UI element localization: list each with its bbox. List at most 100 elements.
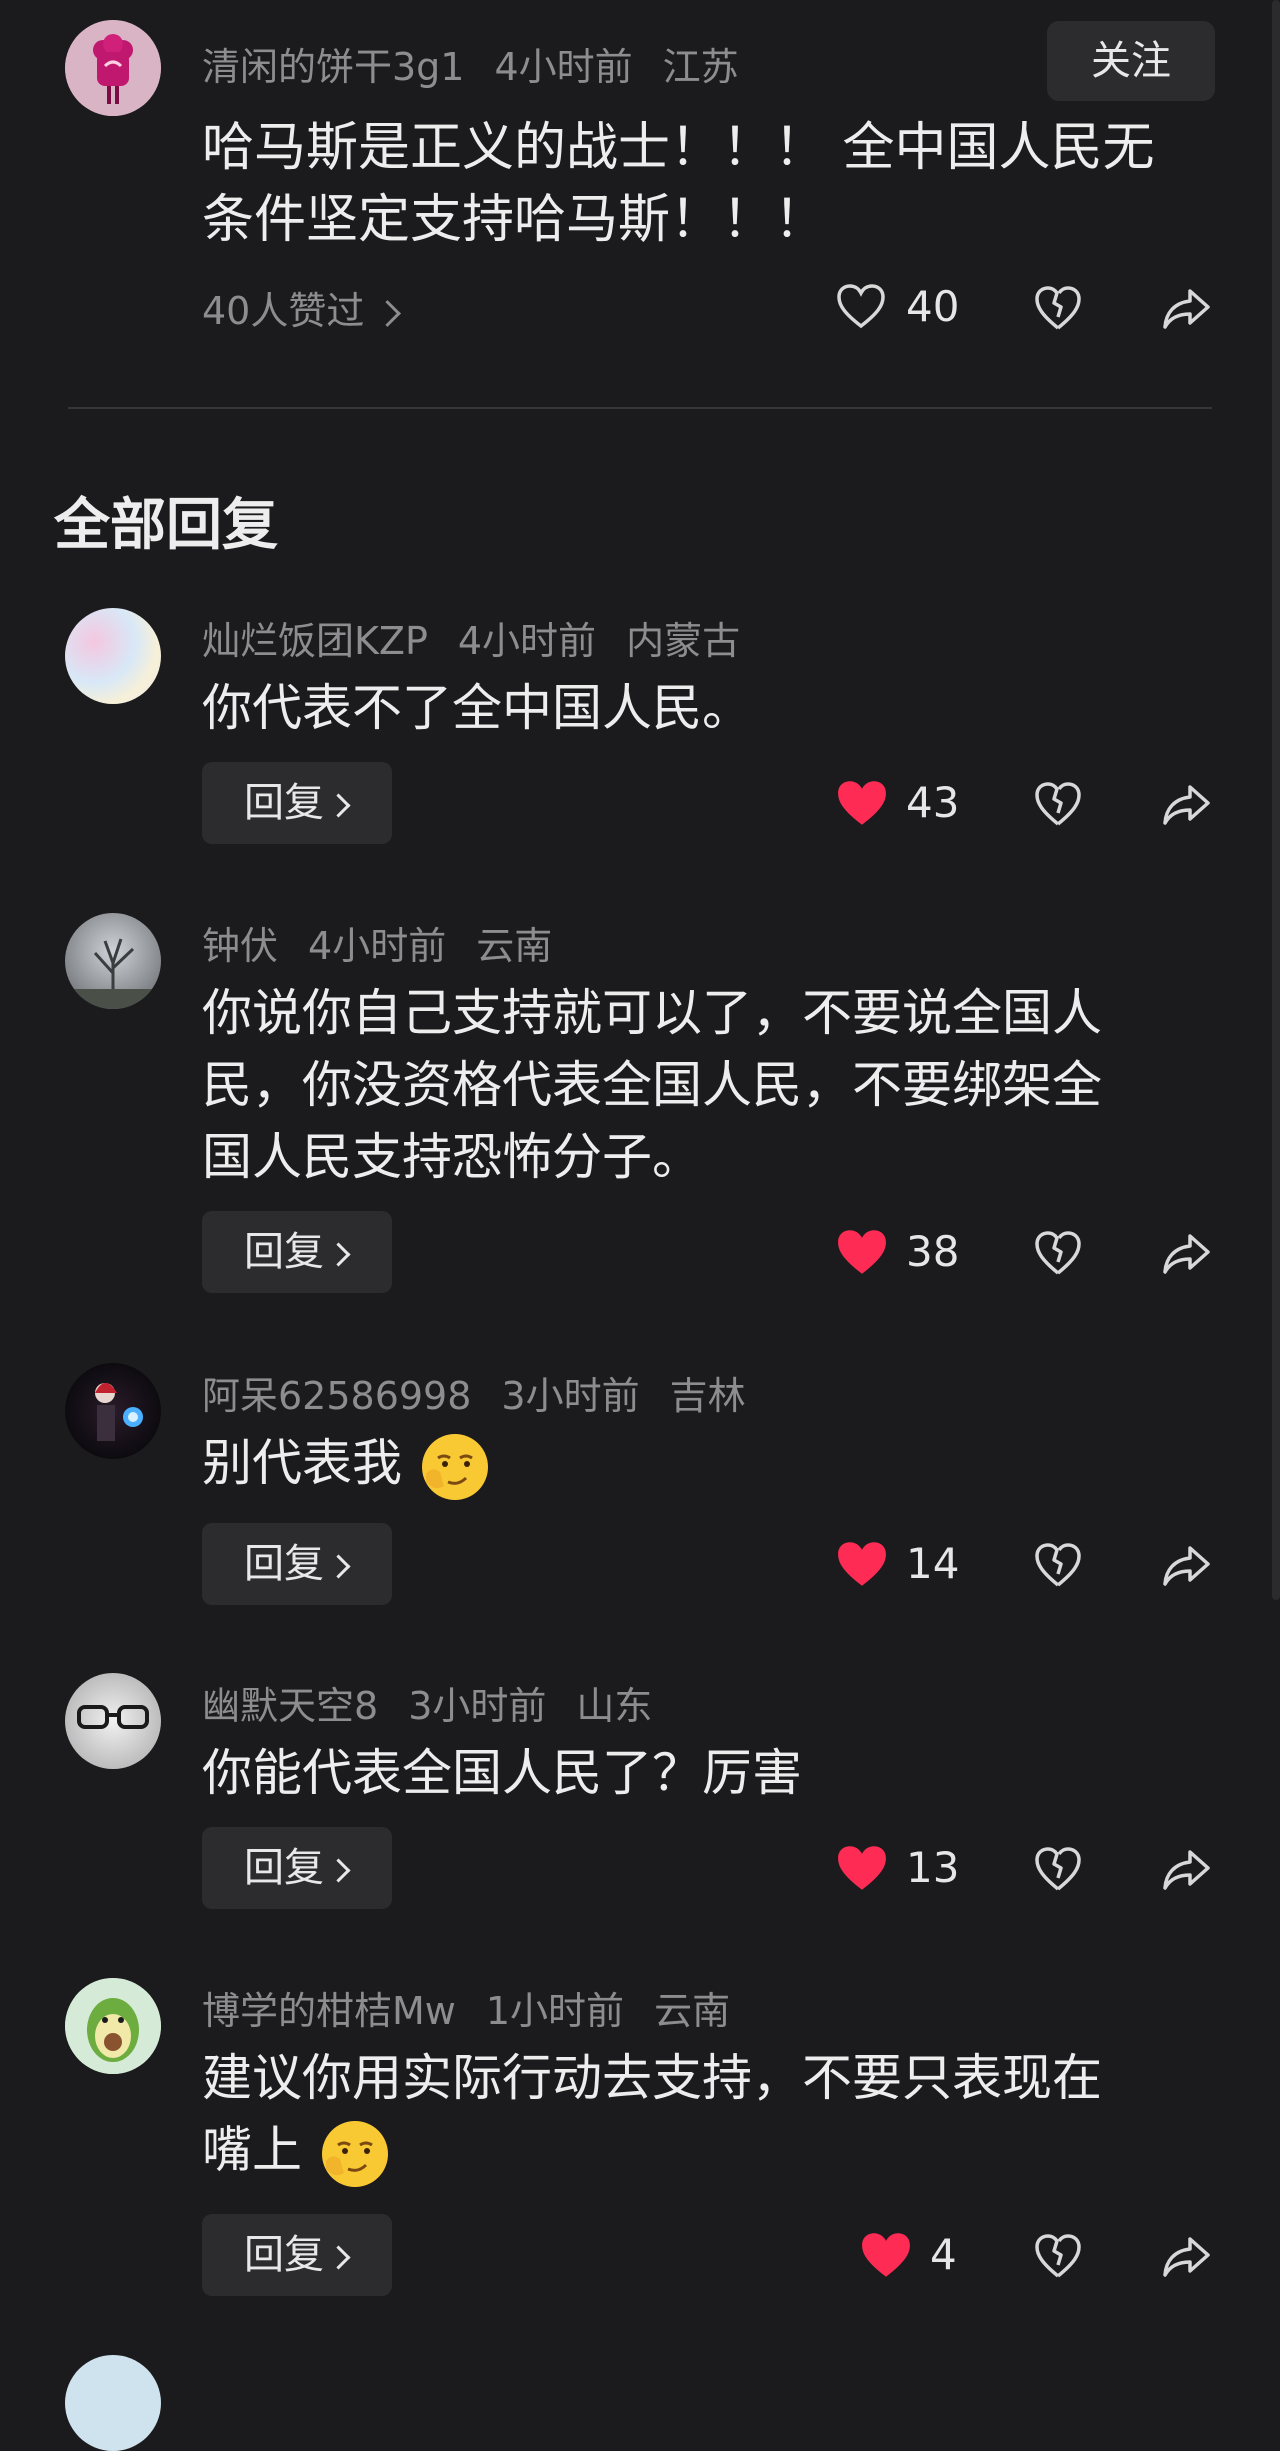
content-line: 你代表不了全中国人民。 (202, 679, 752, 737)
location: 内蒙古 (626, 619, 741, 663)
location: 吉林 (669, 1374, 746, 1418)
dislike-button[interactable] (1034, 1846, 1082, 1896)
broken-heart-icon (1035, 286, 1081, 330)
content-line: 建议你用实际行动去支持，不要只表现在 (202, 2049, 1102, 2107)
timestamp: 3小时前 (501, 1374, 640, 1418)
smirk-emoji-icon (421, 1433, 488, 1500)
timestamp: 4小时前 (457, 619, 597, 663)
timestamp: 3小时前 (408, 1684, 547, 1728)
share-icon (1163, 2237, 1210, 2277)
reply-button[interactable]: 回复 (202, 1523, 392, 1605)
broken-heart-icon (1035, 1847, 1081, 1891)
avatar[interactable] (65, 20, 161, 116)
comment-text: 建议你用实际行动去支持，不要只表现在 嘴上 (202, 2042, 1202, 2191)
like-button[interactable] (836, 283, 886, 333)
like-button[interactable] (834, 1227, 890, 1281)
dislike-button[interactable] (1034, 1542, 1082, 1592)
heart-filled-icon (838, 1230, 886, 1274)
comment-text: 你代表不了全中国人民。 (202, 672, 1202, 744)
content-line: 国人民支持恐怖分子。 (202, 1128, 702, 1186)
likes-link[interactable]: 40人赞过 (202, 280, 402, 335)
like-button[interactable] (834, 1843, 890, 1897)
chevron-right-icon (326, 1241, 351, 1267)
reply-button[interactable]: 回复 (202, 1827, 392, 1909)
like-button[interactable] (858, 2230, 914, 2284)
content-line: 条件坚定支持哈马斯！！！ (202, 190, 827, 250)
location: 云南 (476, 924, 553, 968)
chevron-right-icon (326, 1553, 351, 1579)
content-line: 哈马斯是正义的战士！！！ 全中国人民无 (202, 118, 1155, 178)
broken-heart-icon (1035, 1231, 1081, 1275)
comment-meta: 灿烂饭团KZP 4小时前 内蒙古 (202, 610, 770, 665)
share-icon (1163, 785, 1210, 825)
chevron-right-icon (326, 2244, 351, 2270)
avatar[interactable] (65, 2355, 161, 2451)
like-button[interactable] (834, 1539, 890, 1593)
share-button[interactable] (1162, 1848, 1212, 1896)
reply-label: 回复 (244, 1845, 324, 1891)
reply-button[interactable]: 回复 (202, 2214, 392, 2296)
like-button[interactable] (834, 778, 890, 832)
likes-link-label: 40人赞过 (202, 289, 365, 333)
location: 云南 (654, 1989, 731, 2033)
like-count: 4 (930, 2230, 957, 2279)
comment-meta: 阿呆62586998 3小时前 吉林 (202, 1365, 776, 1420)
timestamp: 4小时前 (308, 924, 447, 968)
share-button[interactable] (1162, 2235, 1212, 2283)
share-button[interactable] (1162, 783, 1212, 831)
post-meta: 清闲的饼干3g1 4小时前 江苏 (202, 36, 769, 91)
heart-filled-icon (838, 781, 886, 825)
username[interactable]: 灿烂饭团KZP (202, 619, 428, 663)
content-line: 民，你没资格代表全国人民，不要绑架全 (202, 1056, 1102, 1114)
username[interactable]: 清闲的饼干3g1 (202, 45, 464, 89)
reply-label: 回复 (244, 1229, 324, 1275)
chevron-right-icon (326, 792, 351, 818)
reply-button[interactable]: 回复 (202, 1211, 392, 1293)
comment-item: 幽默天空8 3小时前 山东 你能代表全国人民了？厉害 回复 13 (0, 1665, 1280, 1925)
like-count: 43 (906, 778, 960, 827)
dislike-button[interactable] (1034, 781, 1082, 831)
avatar[interactable] (65, 1978, 161, 2074)
comment-item: 博学的柑桔Mw 1小时前 云南 建议你用实际行动去支持，不要只表现在 嘴上 回复 4 (0, 1970, 1280, 2310)
heart-filled-icon (838, 1846, 886, 1890)
share-button[interactable] (1162, 1544, 1212, 1592)
avatar[interactable] (65, 1363, 161, 1459)
section-title: 全部回复 (54, 493, 278, 558)
username[interactable]: 博学的柑桔Mw (202, 1989, 456, 2033)
divider (68, 407, 1212, 409)
avatar[interactable] (65, 608, 161, 704)
follow-button[interactable]: 关注 (1047, 21, 1215, 101)
heart-filled-icon (862, 2233, 910, 2277)
reply-label: 回复 (244, 1541, 324, 1587)
comment-item: 灿烂饭团KZP 4小时前 内蒙古 你代表不了全中国人民。 回复 43 (0, 600, 1280, 860)
avatar[interactable] (65, 913, 161, 1009)
share-icon (1163, 1546, 1210, 1586)
username[interactable]: 钟伏 (202, 924, 278, 968)
share-button[interactable] (1162, 1232, 1212, 1280)
share-button[interactable] (1162, 287, 1212, 335)
dislike-button[interactable] (1034, 285, 1082, 335)
post-content: 哈马斯是正义的战士！！！ 全中国人民无 条件坚定支持哈马斯！！！ (202, 112, 1202, 256)
like-count: 38 (906, 1227, 960, 1276)
top-post: 清闲的饼干3g1 4小时前 江苏 关注 哈马斯是正义的战士！！！ 全中国人民无 条件… (0, 0, 1280, 410)
reply-button[interactable]: 回复 (202, 762, 392, 844)
content-line: 别代表我 (202, 1434, 402, 1492)
avatar[interactable] (65, 1673, 161, 1769)
dislike-button[interactable] (1034, 1230, 1082, 1280)
comment-text: 别代表我 (202, 1427, 1202, 1504)
timestamp: 1小时前 (485, 1989, 625, 2033)
username[interactable]: 阿呆62586998 (202, 1374, 471, 1418)
comment-meta: 博学的柑桔Mw 1小时前 云南 (202, 1980, 760, 2035)
comment-item: 钟伏 4小时前 云南 你说你自己支持就可以了，不要说全国人 民，你没资格代表全国人民… (0, 905, 1280, 1305)
comment-meta: 钟伏 4小时前 云南 (202, 915, 582, 970)
broken-heart-icon (1035, 1543, 1081, 1587)
content-line: 你能代表全国人民了？厉害 (202, 1744, 802, 1802)
broken-heart-icon (1035, 2234, 1081, 2278)
heart-filled-icon (838, 1542, 886, 1586)
username[interactable]: 幽默天空8 (202, 1684, 378, 1728)
chevron-right-icon (326, 1857, 351, 1883)
timestamp: 4小时前 (494, 45, 633, 89)
comment-item: 阿呆62586998 3小时前 吉林 别代表我 回复 14 (0, 1355, 1280, 1615)
like-count: 13 (906, 1843, 960, 1892)
dislike-button[interactable] (1034, 2233, 1082, 2283)
